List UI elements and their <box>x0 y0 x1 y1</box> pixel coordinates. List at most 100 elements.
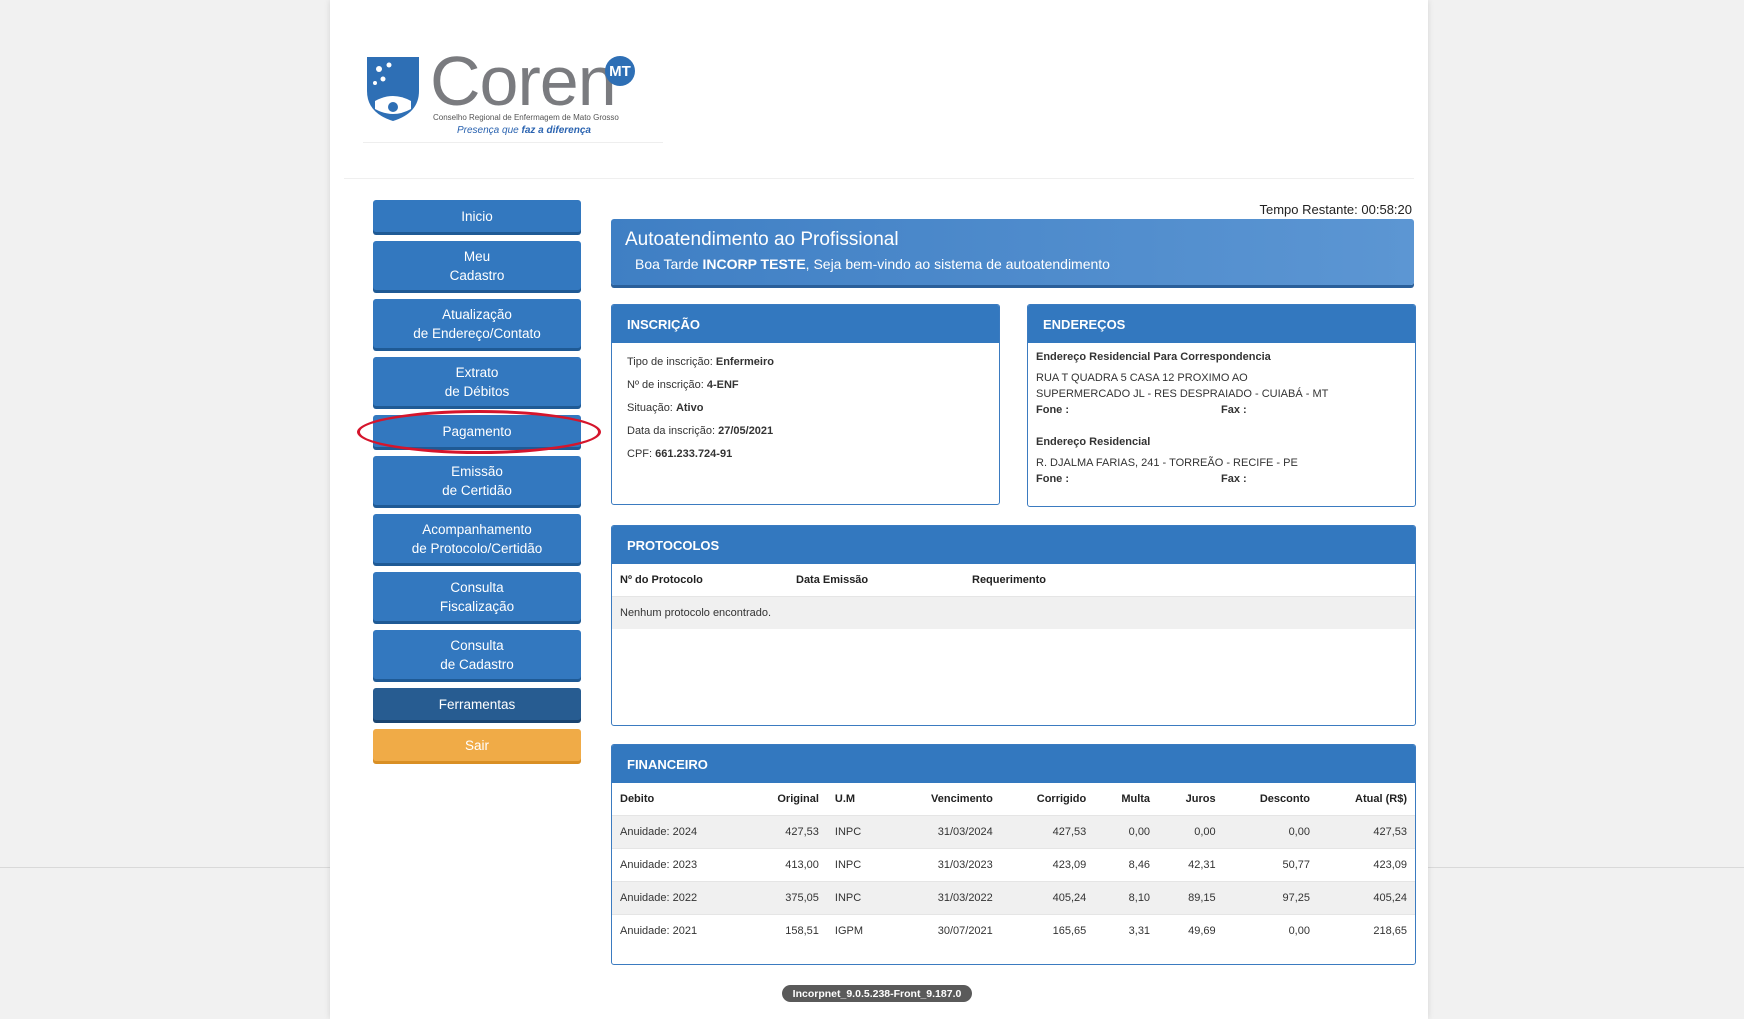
menu-label: Sair <box>465 736 489 755</box>
inscricao-field: Tipo de inscrição: Enfermeiro <box>612 355 999 369</box>
header-separator <box>344 178 1414 179</box>
table-cell: INPC <box>826 815 890 849</box>
table-cell: 427,53 <box>1317 815 1415 849</box>
protocolos-table: Nº do Protocolo Data Emissão Requerimento … <box>612 564 1415 629</box>
menu-extrato-de-debitos-button[interactable]: Extrato de Débitos <box>373 357 581 406</box>
column-header: Nº do Protocolo <box>620 574 703 586</box>
menu-label-line: Sair <box>464 737 489 753</box>
menu-label-line: Pagamento <box>442 423 512 439</box>
brand-badge: MT <box>605 56 635 86</box>
menu-label-line: Cadastro <box>449 267 505 283</box>
menu-label: Emissão de Certidão <box>442 462 512 500</box>
address-title: Endereço Residencial Para Correspondenci… <box>1036 351 1271 363</box>
menu-label-line: Ferramentas <box>438 696 516 712</box>
menu-label-line: Consulta <box>450 637 504 653</box>
table-cell: 50,77 <box>1223 848 1318 882</box>
menu-pagamento-button[interactable]: Pagamento <box>373 415 581 447</box>
menu-label-line: Acompanhamento <box>422 521 532 537</box>
address-fax: Fax : <box>1221 404 1247 416</box>
financeiro-header-row: Debito Original U.M Vencimento Corrigido Mult… <box>612 783 1415 816</box>
field-value: 27/05/2021 <box>718 425 774 437</box>
menu-label-line: de Cadastro <box>440 656 514 672</box>
field-value: 4-ENF <box>706 379 739 391</box>
table-cell: 405,24 <box>1000 881 1095 915</box>
version-badge: Incorpnet_9.0.5.238-Front_9.187.0 <box>782 985 972 1002</box>
table-cell: 158,51 <box>744 914 827 947</box>
menu-atualizacao-de-endereco-contato-button[interactable]: Atualização de Endereço/Contato <box>373 299 581 348</box>
menu-ferramentas-button[interactable]: Ferramentas <box>373 688 581 720</box>
welcome-banner: Autoatendimento ao Profissional Boa Tard… <box>611 219 1414 285</box>
column-header: Corrigido <box>1036 793 1087 805</box>
table-cell: 0,00 <box>1223 914 1318 947</box>
table-cell: 31/03/2022 <box>889 881 1001 915</box>
welcome-title: Autoatendimento ao Profissional <box>625 229 899 250</box>
welcome-greeting: Boa Tarde <box>635 256 699 272</box>
financeiro-panel: FINANCEIRO Debito Original U.M Vencimento Co… <box>611 744 1416 965</box>
menu-label-line: Fiscalização <box>439 598 515 614</box>
menu-acompanhamento-de-protocolo-certidao-button[interactable]: Acompanhamento de Protocolo/Certidão <box>373 514 581 563</box>
address-phone: Fone : <box>1036 404 1069 416</box>
menu-label-line: de Certidão <box>442 482 512 498</box>
table-cell: 89,15 <box>1158 881 1224 915</box>
table-cell: 49,69 <box>1158 914 1224 947</box>
menu-label: Acompanhamento de Protocolo/Certidão <box>412 520 543 558</box>
menu-label: Consulta Fiscalização <box>440 578 514 616</box>
brand-subtitle: Conselho Regional de Enfermagem de Mato … <box>433 113 619 122</box>
table-cell: 31/03/2024 <box>889 815 1001 849</box>
table-cell: 413,00 <box>744 848 827 882</box>
protocolos-header: PROTOCOLOS <box>612 526 1415 564</box>
column-header: Debito <box>620 793 655 805</box>
page-container: Coren MT Conselho Regional de Enfermagem… <box>330 0 1428 1019</box>
menu-label: Consulta de Cadastro <box>440 636 514 674</box>
menu-label-line: Emissão <box>451 463 503 479</box>
table-cell: 8,46 <box>1094 848 1159 882</box>
menu-label: Ferramentas <box>439 695 516 714</box>
column-header: Data Emissão <box>796 574 869 586</box>
table-cell: 97,25 <box>1223 881 1318 915</box>
field-label: Tipo de inscrição: <box>627 356 713 368</box>
menu-consulta-de-cadastro-button[interactable]: Consulta de Cadastro <box>373 630 581 679</box>
table-cell: 375,05 <box>744 881 827 915</box>
table-row: Anuidade: 2024 427,53 INPC 31/03/2024 427,53… <box>612 815 1415 849</box>
menu-sair-button[interactable]: Sair <box>373 729 581 761</box>
menu-label-line: Extrato <box>455 364 499 380</box>
menu-label-line: de Protocolo/Certidão <box>411 540 543 556</box>
field-label: CPF: <box>627 448 653 460</box>
table-cell: Anuidade: 2024 <box>612 815 745 849</box>
field-label: Nº de inscrição: <box>627 379 704 391</box>
address-line: SUPERMERCADO JL - RES DESPRAIADO - CUIAB… <box>1036 388 1329 400</box>
menu-label-line: Meu <box>463 248 491 264</box>
menu-label-line: de Endereço/Contato <box>413 325 541 341</box>
table-cell: Anuidade: 2022 <box>612 881 745 915</box>
table-cell: 423,09 <box>1000 848 1095 882</box>
table-row: Anuidade: 2021 158,51 IGPM 30/07/2021 165,65… <box>612 914 1415 947</box>
menu-label: Inicio <box>461 207 493 226</box>
welcome-message: Boa Tarde INCORP TESTE, Seja bem-vindo a… <box>635 256 1110 272</box>
tagline-bold: faz a diferença <box>521 125 591 136</box>
menu-consulta-fiscalizacao-button[interactable]: Consulta Fiscalização <box>373 572 581 621</box>
menu-emissao-de-certidao-button[interactable]: Emissão de Certidão <box>373 456 581 505</box>
table-cell: 165,65 <box>1000 914 1095 947</box>
inscricao-panel: INSCRIÇÃO Tipo de inscrição: Enfermeiro N… <box>611 304 1000 505</box>
coren-shield-icon <box>367 57 419 121</box>
table-cell: 42,31 <box>1158 848 1224 882</box>
menu-meu-cadastro-button[interactable]: Meu Cadastro <box>373 241 581 290</box>
inscricao-field: Data da inscrição: 27/05/2021 <box>612 424 999 438</box>
inscricao-field: CPF: 661.233.724-91 <box>612 447 999 461</box>
table-cell: 405,24 <box>1317 881 1415 915</box>
inscricao-fields: Tipo de inscrição: Enfermeiro Nº de inscr… <box>612 343 999 461</box>
table-row: Anuidade: 2022 375,05 INPC 31/03/2022 405,24… <box>612 881 1415 915</box>
address-contact: Fone : Fax : <box>1036 402 1415 418</box>
column-header: Juros <box>1185 793 1216 805</box>
enderecos-header: ENDEREÇOS <box>1028 305 1415 343</box>
menu-inicio-button[interactable]: Inicio <box>373 200 581 232</box>
tagline-prefix: Presença que <box>457 125 519 136</box>
column-header: Desconto <box>1259 793 1310 805</box>
table-row: Nenhum protocolo encontrado. <box>612 596 1415 629</box>
brand-tagline: Presença que faz a diferença <box>457 125 591 136</box>
column-header: U.M <box>834 793 856 805</box>
address-line: RUA T QUADRA 5 CASA 12 PROXIMO AO <box>1036 372 1248 384</box>
menu-label-line: Atualização <box>442 306 512 322</box>
field-value: 661.233.724-91 <box>655 448 733 460</box>
financeiro-table: Debito Original U.M Vencimento Corrigido Mult… <box>612 783 1415 947</box>
